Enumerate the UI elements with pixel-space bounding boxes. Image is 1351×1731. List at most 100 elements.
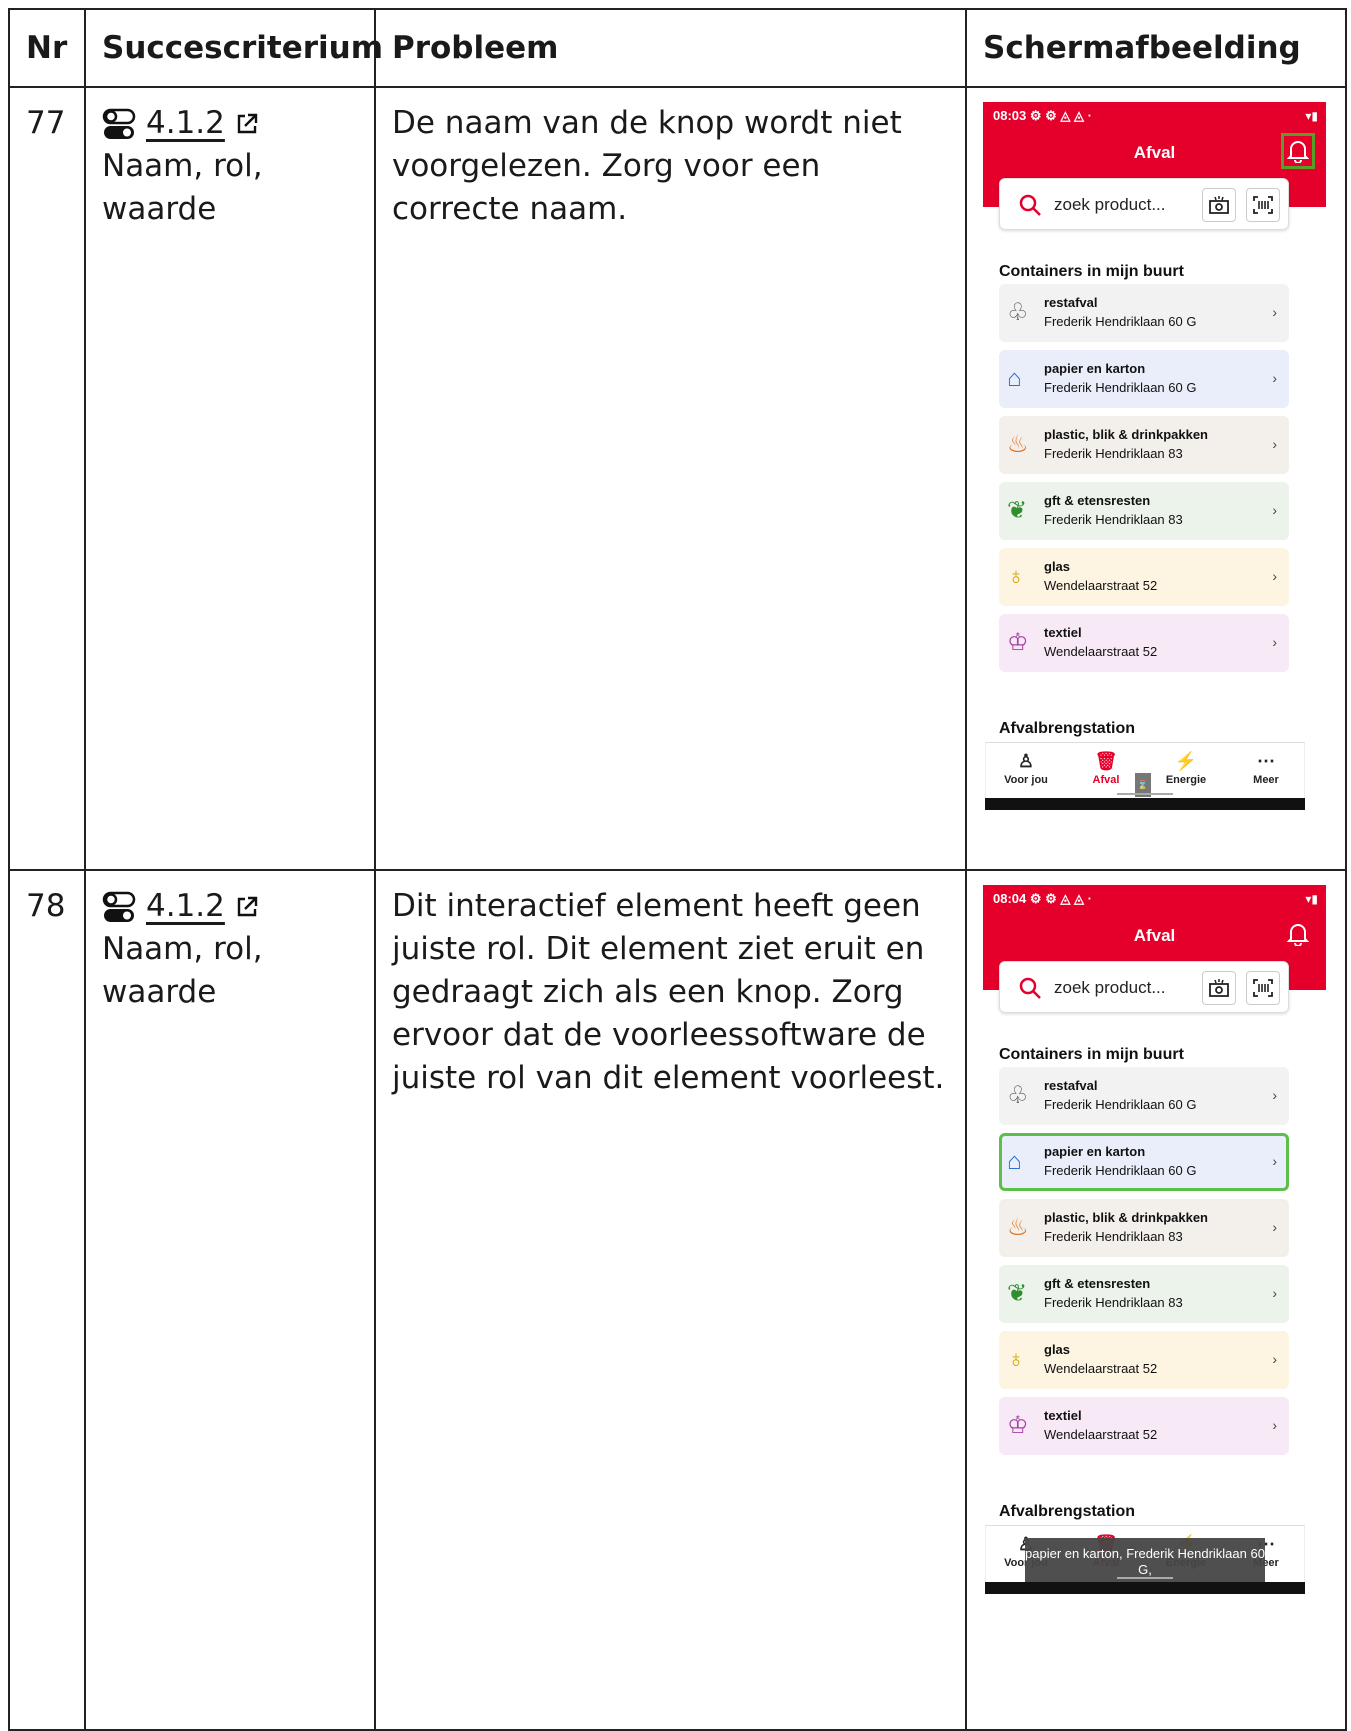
search-input[interactable]: zoek product...: [1054, 977, 1166, 999]
container-card[interactable]: ♧ restafval Frederik Hendriklaan 60 G ›: [999, 284, 1289, 342]
app-title: Afval: [1133, 143, 1176, 162]
battery-icon: ▾▮: [1305, 109, 1318, 123]
trash-bag-icon: ♧: [1007, 299, 1029, 326]
chevron-right-icon: ›: [1272, 634, 1277, 650]
trash-icon: 🗑: [1094, 751, 1118, 771]
chevron-right-icon: ›: [1272, 1285, 1277, 1301]
criterion-name: Naam, rol, waarde: [102, 148, 263, 227]
nav-label: Afval: [1092, 774, 1120, 786]
search-box[interactable]: zoek product...: [999, 178, 1289, 230]
glass-bottle-icon: ♁: [1007, 1346, 1025, 1373]
paper-icon: ⌂: [1007, 365, 1022, 392]
container-card[interactable]: ❦ gft & etensresten Frederik Hendriklaan 8…: [999, 482, 1289, 540]
container-address: Frederik Hendriklaan 83: [1044, 1229, 1183, 1244]
food-waste-icon: ❦: [1007, 1280, 1028, 1307]
container-address: Frederik Hendriklaan 60 G: [1044, 314, 1197, 329]
container-card[interactable]: ♨ plastic, blik & drinkpakken Frederik Hen…: [999, 1199, 1289, 1257]
container-type: gft & etensresten: [1044, 1276, 1151, 1291]
container-card[interactable]: ⌂ papier en karton Frederik Hendriklaan 60…: [999, 350, 1289, 408]
container-address: Wendelaarstraat 52: [1044, 644, 1158, 659]
header-nr: Nr: [8, 8, 86, 88]
header-criterion: Succescriterium: [84, 8, 383, 88]
food-waste-icon: ❦: [1007, 497, 1028, 524]
container-card[interactable]: ♁ glas Wendelaarstraat 52 ›: [999, 1331, 1289, 1389]
chevron-right-icon: ›: [1272, 370, 1277, 386]
nav-meer[interactable]: ⋯ Meer: [1231, 749, 1301, 787]
chevron-right-icon: ›: [1272, 436, 1277, 452]
screenreader-tooltip: papier en karton, Frederik Hendriklaan 6…: [1025, 1538, 1265, 1588]
criterion-cell: 4.1.2 Naam, rol, waarde: [84, 869, 376, 1731]
container-type: papier en karton: [1044, 1144, 1146, 1159]
criterion-link[interactable]: 4.1.2: [146, 102, 225, 145]
chevron-right-icon: ›: [1272, 1087, 1277, 1103]
container-address: Frederik Hendriklaan 60 G: [1044, 1163, 1197, 1178]
container-type: glas: [1044, 1342, 1071, 1357]
screenshot-cell: 08:03 ⚙ ⚙ ◬ ◬ · ▾▮ Afval zoek product...…: [965, 86, 1347, 871]
container-address: Wendelaarstraat 52: [1044, 1361, 1158, 1376]
table-row: 78 4.1.2 Naam, rol, waarde Dit interacti…: [8, 869, 1347, 1731]
nav-energie[interactable]: ⚡ Energie: [1151, 749, 1221, 787]
criterion-link[interactable]: 4.1.2: [146, 885, 225, 928]
container-card[interactable]: ♔ textiel Wendelaarstraat 52 ›: [999, 1397, 1289, 1455]
textile-icon: ♔: [1007, 629, 1029, 656]
container-type: restafval: [1044, 295, 1098, 310]
table-row: 77 4.1.2 Naam, rol, waarde De naam van d…: [8, 86, 1347, 871]
row-number: 77: [8, 86, 86, 871]
container-address: Frederik Hendriklaan 60 G: [1044, 380, 1197, 395]
nav-voor-jou[interactable]: ♙ Voor jou: [991, 749, 1061, 787]
status-time: 08:04 ⚙ ⚙ ◬ ◬ ·: [993, 891, 1092, 906]
container-card[interactable]: ♨ plastic, blik & drinkpakken Frederik Hen…: [999, 416, 1289, 474]
container-type: plastic, blik & drinkpakken: [1044, 1210, 1208, 1225]
barcode-scan-button[interactable]: [1246, 188, 1280, 222]
container-type: textiel: [1044, 625, 1082, 640]
search-input[interactable]: zoek product...: [1054, 194, 1166, 216]
criterion-cell: 4.1.2 Naam, rol, waarde: [84, 86, 376, 871]
bell-icon[interactable]: [1284, 919, 1312, 949]
camera-button[interactable]: [1202, 188, 1236, 222]
app-title: Afval: [1133, 926, 1176, 945]
screenshot-cell: 08:04 ⚙ ⚙ ◬ ◬ · ▾▮ Afval zoek product...…: [965, 869, 1347, 1731]
container-card[interactable]: ❦ gft & etensresten Frederik Hendriklaan 8…: [999, 1265, 1289, 1323]
nav-label: Voor jou: [1004, 774, 1048, 786]
gesture-bar: [985, 793, 1305, 810]
container-card[interactable]: ♧ restafval Frederik Hendriklaan 60 G ›: [999, 1067, 1289, 1125]
toggle-icon: [102, 108, 136, 139]
search-icon: [1019, 194, 1041, 216]
section-containers: Containers in mijn buurt: [999, 1046, 1184, 1063]
container-type: papier en karton: [1044, 361, 1146, 376]
container-card[interactable]: ⌂ papier en karton Frederik Hendriklaan 60…: [999, 1133, 1289, 1191]
external-link-icon: [237, 896, 258, 916]
barcode-scan-button[interactable]: [1246, 971, 1280, 1005]
trash-bag-icon: ♧: [1007, 1082, 1029, 1109]
container-address: Frederik Hendriklaan 83: [1044, 1295, 1183, 1310]
paper-icon: ⌂: [1007, 1148, 1022, 1175]
container-type: restafval: [1044, 1078, 1098, 1093]
bell-icon[interactable]: [1281, 133, 1315, 169]
section-afvalbrengstation: Afvalbrengstation: [999, 1503, 1136, 1520]
camera-button[interactable]: [1202, 971, 1236, 1005]
nav-afval[interactable]: 🗑 Afval: [1071, 749, 1141, 787]
chevron-right-icon: ›: [1272, 1219, 1277, 1235]
external-link-icon: [237, 113, 258, 133]
table-header-row: Nr Succescriterium Probleem Schermafbeel…: [8, 8, 1347, 88]
container-type: plastic, blik & drinkpakken: [1044, 427, 1208, 442]
chevron-right-icon: ›: [1272, 1417, 1277, 1433]
search-box[interactable]: zoek product...: [999, 961, 1289, 1013]
container-address: Wendelaarstraat 52: [1044, 578, 1158, 593]
status-time: 08:03 ⚙ ⚙ ◬ ◬ ·: [993, 108, 1092, 123]
chevron-right-icon: ›: [1272, 304, 1277, 320]
section-containers: Containers in mijn buurt: [999, 263, 1184, 280]
person-icon: ♙: [1017, 751, 1035, 771]
battery-icon: ▾▮: [1305, 892, 1318, 906]
chevron-right-icon: ›: [1272, 1153, 1277, 1169]
chevron-right-icon: ›: [1272, 502, 1277, 518]
container-card[interactable]: ♔ textiel Wendelaarstraat 52 ›: [999, 614, 1289, 672]
container-address: Wendelaarstraat 52: [1044, 1427, 1158, 1442]
container-card[interactable]: ♁ glas Wendelaarstraat 52 ›: [999, 548, 1289, 606]
container-type: textiel: [1044, 1408, 1082, 1423]
audit-table: Nr Succescriterium Probleem Schermafbeel…: [8, 8, 1347, 1731]
container-address: Frederik Hendriklaan 83: [1044, 446, 1183, 461]
chevron-right-icon: ›: [1272, 568, 1277, 584]
textile-icon: ♔: [1007, 1412, 1029, 1439]
container-type: glas: [1044, 559, 1071, 574]
